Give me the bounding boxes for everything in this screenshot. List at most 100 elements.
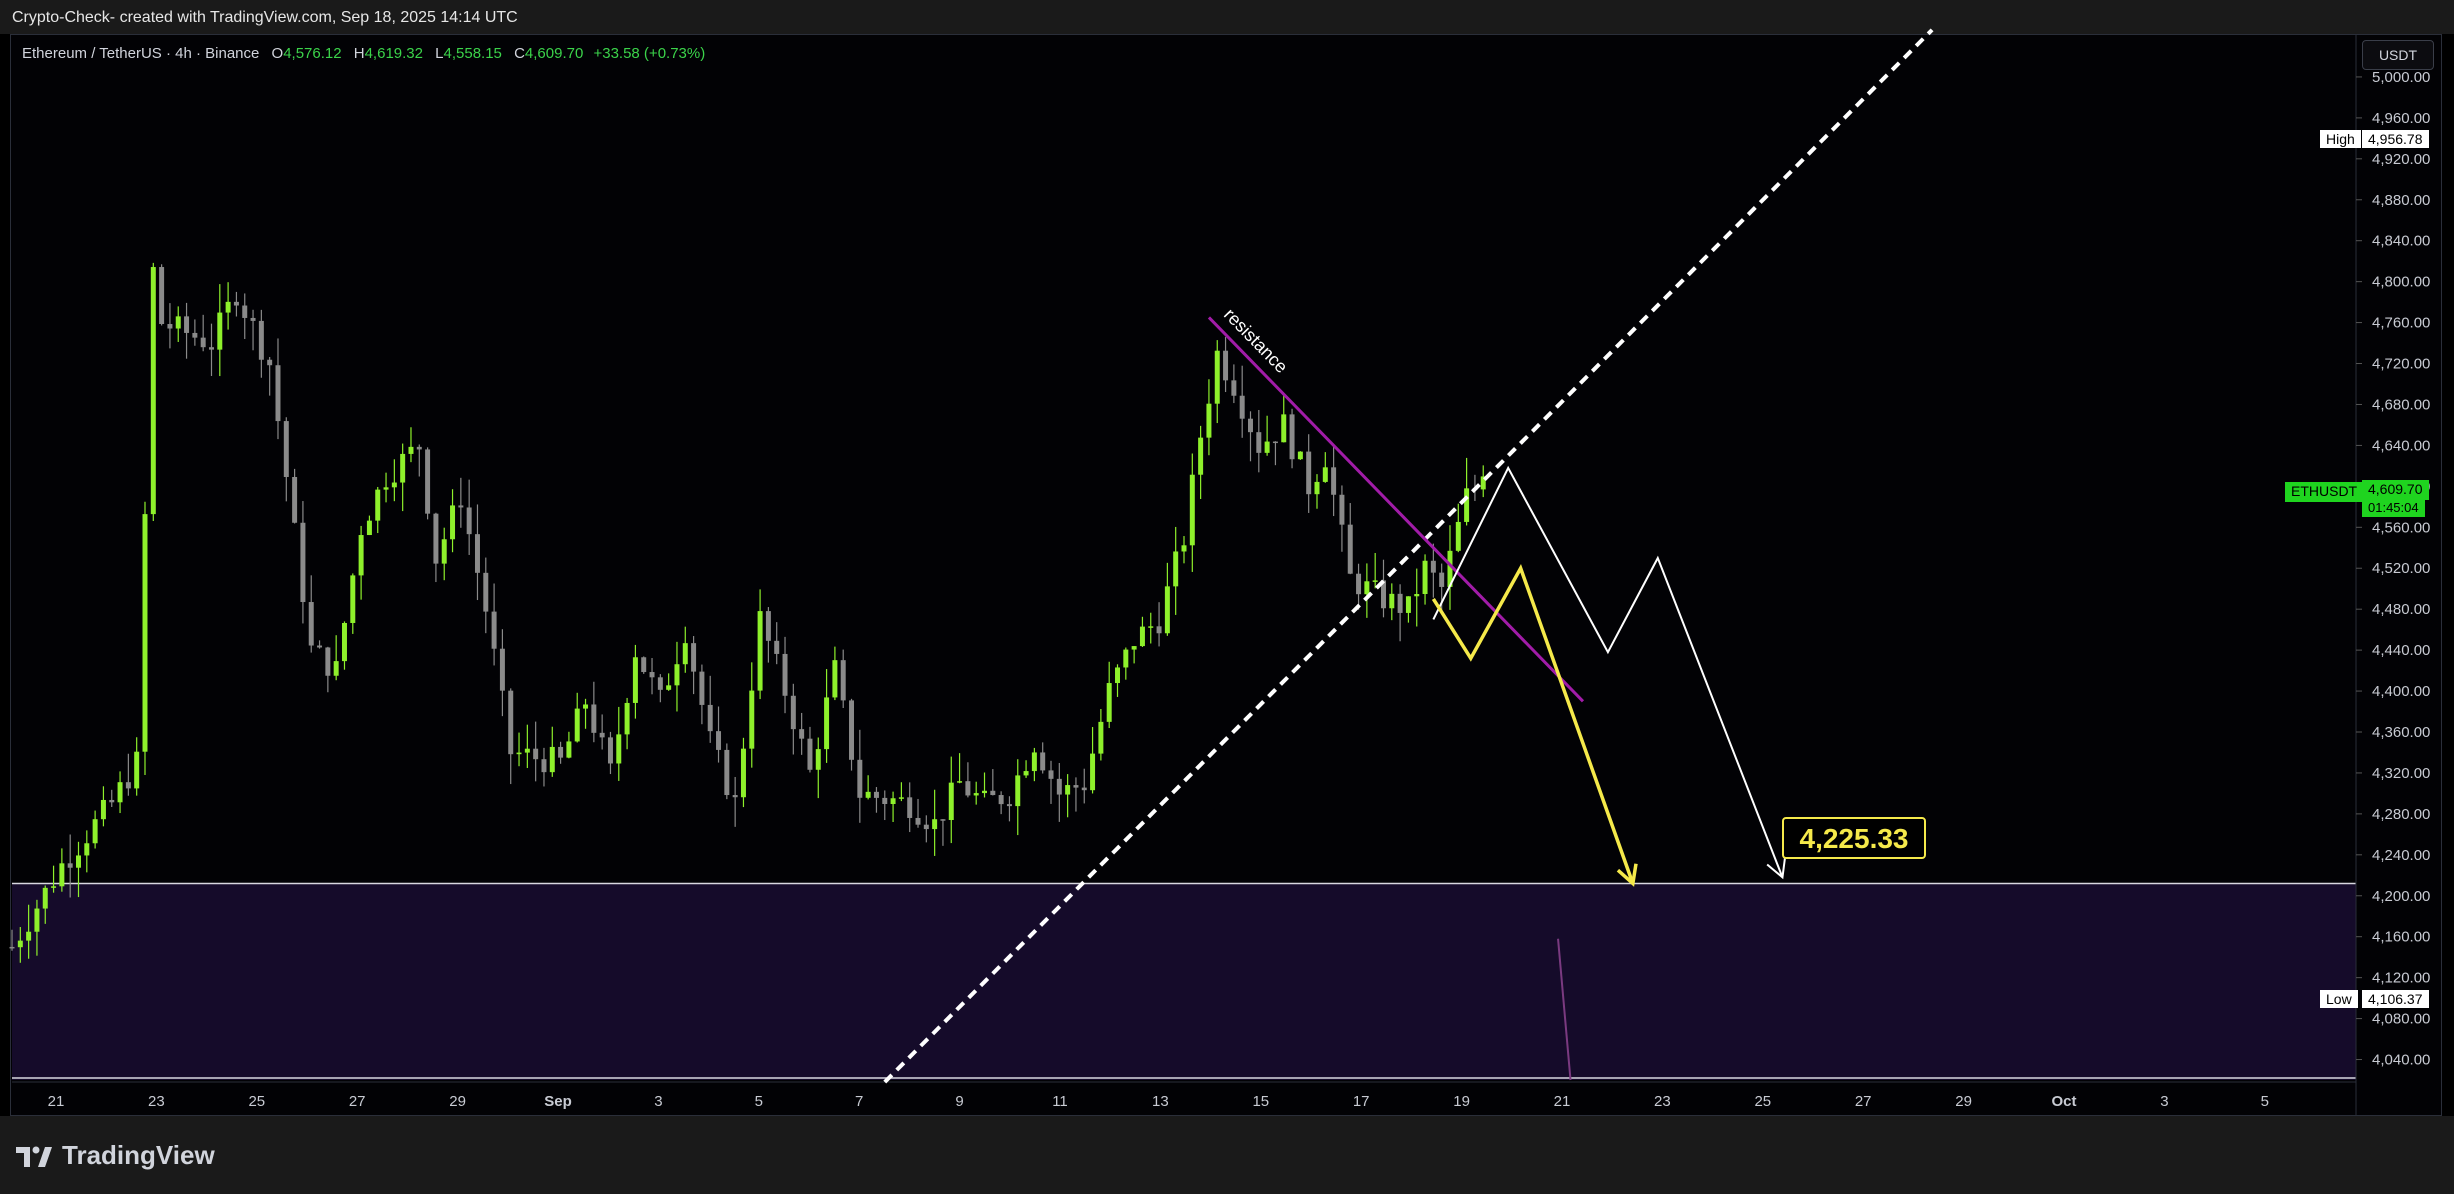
candle-body xyxy=(275,365,281,422)
candle-body xyxy=(832,660,838,698)
candle-body xyxy=(142,514,148,752)
candle-body xyxy=(1372,580,1378,582)
price-tick-label: 4,640.00 xyxy=(2372,437,2430,454)
candle-body xyxy=(1439,572,1445,587)
candle-body xyxy=(516,752,522,755)
candle-body xyxy=(599,732,605,738)
price-chart[interactable]: 5,000.00 4,960.00 4,920.00 4,880.00 4,840.00… xyxy=(0,0,2454,1116)
candle-body xyxy=(1256,432,1262,453)
candle-body xyxy=(325,647,331,676)
candle-body xyxy=(1023,771,1029,776)
candle-body xyxy=(450,505,456,540)
candle-body xyxy=(408,446,414,454)
candle-body xyxy=(1289,414,1295,460)
candle-body xyxy=(508,690,514,755)
footer-bar xyxy=(0,1116,2454,1194)
countdown-badge: 01:45:04 xyxy=(2362,499,2425,517)
candle-body xyxy=(1297,451,1303,460)
candle-body xyxy=(574,708,580,742)
candle-body xyxy=(541,759,547,773)
candle-body xyxy=(898,797,904,799)
time-axis-label: 23 xyxy=(148,1093,165,1110)
candle-body xyxy=(1214,350,1220,404)
price-tick-label: 4,520.00 xyxy=(2372,560,2430,577)
candle-body xyxy=(358,535,364,576)
candle-body xyxy=(317,645,323,648)
candle-body xyxy=(583,704,589,709)
candle-body xyxy=(17,940,23,948)
candle-body xyxy=(1031,752,1037,772)
candle-body xyxy=(699,671,705,705)
time-axis-label: 21 xyxy=(48,1093,65,1110)
candle-body xyxy=(1106,683,1112,722)
candle-body xyxy=(217,312,223,350)
candle-body xyxy=(1181,545,1187,552)
price-tick-label: 4,800.00 xyxy=(2372,274,2430,291)
candle-body xyxy=(799,729,805,739)
time-axis-label: 27 xyxy=(1855,1093,1872,1110)
candle-body xyxy=(375,489,381,521)
candle-body xyxy=(1422,560,1428,595)
price-tick-label: 4,680.00 xyxy=(2372,396,2430,413)
price-tick-label: 4,920.00 xyxy=(2372,151,2430,168)
candle-body xyxy=(1239,395,1245,419)
candle-body xyxy=(125,782,131,789)
candle-body xyxy=(591,704,597,733)
candle-body xyxy=(400,453,406,483)
candle-body xyxy=(857,759,863,798)
candle-body xyxy=(26,931,32,941)
candle-body xyxy=(134,751,140,789)
candle-body xyxy=(865,791,871,798)
price-tick-label: 4,280.00 xyxy=(2372,806,2430,823)
candle-body xyxy=(1073,785,1079,788)
low-badge-value: 4,106.37 xyxy=(2362,990,2429,1008)
candle-body xyxy=(824,697,830,750)
symbol-legend: Ethereum / TetherUS · 4h · Binance O4,57… xyxy=(22,45,705,62)
time-axis-label: 21 xyxy=(1554,1093,1571,1110)
low-value: 4,558.15 xyxy=(443,45,502,62)
candle-body xyxy=(333,661,339,676)
time-axis-label: 29 xyxy=(1955,1093,1972,1110)
candle-body xyxy=(674,664,680,686)
time-axis-label: 25 xyxy=(1754,1093,1771,1110)
price-tick-label: 4,080.00 xyxy=(2372,1011,2430,1028)
candle-body xyxy=(59,863,65,887)
candle-body xyxy=(973,793,979,796)
candle-body xyxy=(117,782,123,803)
candle-body xyxy=(76,855,81,868)
time-axis-label: 27 xyxy=(349,1093,366,1110)
candle-body xyxy=(1414,594,1420,597)
price-tick-label: 4,720.00 xyxy=(2372,356,2430,373)
candle-body xyxy=(765,611,771,641)
time-axis-label: 13 xyxy=(1152,1093,1169,1110)
candle-body xyxy=(1281,414,1287,443)
candle-body xyxy=(300,522,306,603)
candle-body xyxy=(649,672,655,678)
candle-body xyxy=(1090,753,1096,791)
candle-body xyxy=(1006,804,1012,807)
change-value: +33.58 (+0.73%) xyxy=(593,45,706,62)
symbol-name: Ethereum / TetherUS · 4h · Binance xyxy=(22,45,260,62)
price-tick-label: 4,480.00 xyxy=(2372,601,2430,618)
candle-body xyxy=(558,746,564,758)
current-price-badge: 4,609.70 xyxy=(2362,480,2429,500)
price-tick-label: 4,400.00 xyxy=(2372,683,2430,700)
target-price-label[interactable]: 4,225.33 xyxy=(1782,817,1926,859)
candle-body xyxy=(666,685,672,690)
candle-body xyxy=(175,316,181,329)
time-axis-label: 19 xyxy=(1453,1093,1470,1110)
candle-body xyxy=(1339,494,1345,525)
close-value: 4,609.70 xyxy=(524,45,584,62)
time-axis-label: 3 xyxy=(654,1093,662,1110)
tradingview-logo[interactable]: TradingView xyxy=(14,1140,215,1171)
time-axis-label: 15 xyxy=(1252,1093,1269,1110)
candle-body xyxy=(749,690,755,749)
candle-body xyxy=(51,886,57,888)
currency-button[interactable]: USDT xyxy=(2362,40,2434,70)
candle-body xyxy=(957,781,963,783)
candle-body xyxy=(533,748,539,760)
candle-body xyxy=(982,790,988,794)
high-label: H xyxy=(353,45,365,62)
candle-body xyxy=(1405,596,1411,613)
open-value: 4,576.12 xyxy=(283,45,342,62)
